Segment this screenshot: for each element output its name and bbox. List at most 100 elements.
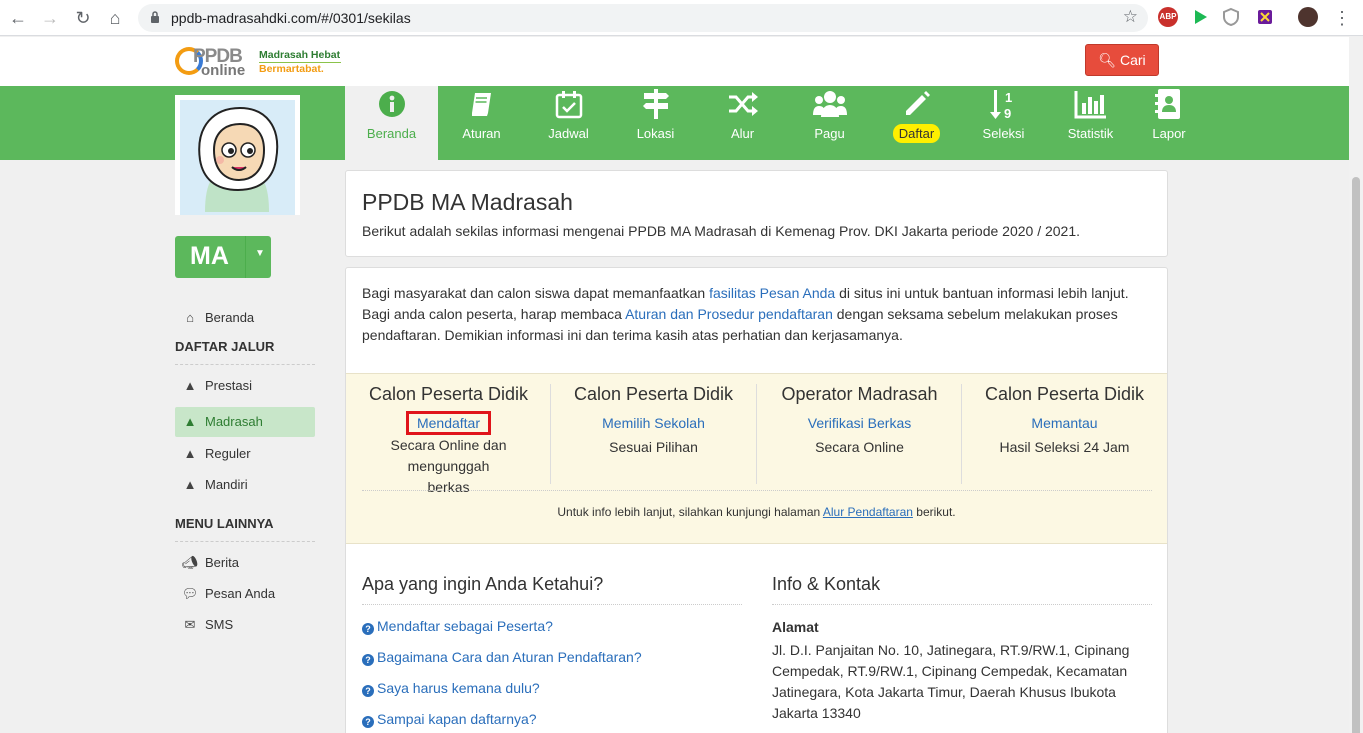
- alur-pendaftaran-link[interactable]: Alur Pendaftaran: [823, 505, 913, 519]
- sidebar-item-pesan-anda[interactable]: 💬︎ Pesan Anda: [175, 579, 315, 609]
- faq-link[interactable]: Bagaimana Cara dan Aturan Pendaftaran?: [377, 649, 642, 665]
- search-button[interactable]: 🔍︎ Cari: [1085, 44, 1159, 76]
- pencil-icon: [905, 91, 930, 115]
- faq-item[interactable]: ? Sampai kapan daftarnya?: [362, 711, 537, 728]
- page-subtitle: Berikut adalah sekilas informasi mengena…: [362, 223, 1081, 239]
- sidebar-item-berita[interactable]: 📣︎ Berita: [175, 548, 315, 578]
- sidebar-item-label: SMS: [205, 617, 234, 632]
- sidebar-item-madrasah[interactable]: ▲ Madrasah: [175, 407, 315, 437]
- faq-item[interactable]: ? Saya harus kemana dulu?: [362, 680, 540, 697]
- menu-kebab-icon[interactable]: ⋮: [1330, 6, 1354, 30]
- nav-aturan[interactable]: Aturan: [438, 86, 525, 160]
- nav-label: Alur: [730, 126, 755, 141]
- nav-pagu[interactable]: Pagu: [786, 86, 873, 160]
- nav-label: Jadwal: [548, 126, 589, 141]
- browser-toolbar: ← → ↻ ⌂ ppdb-madrasahdki.com/#/0301/seki…: [0, 0, 1363, 36]
- level-dropdown[interactable]: MA ▼: [175, 236, 271, 278]
- nav-alur[interactable]: Alur: [699, 86, 786, 160]
- memantau-link[interactable]: Memantau: [1031, 415, 1097, 431]
- faq-link[interactable]: Mendaftar sebagai Peserta?: [377, 618, 553, 634]
- sidebar-item-label: Pesan Anda: [205, 586, 276, 601]
- main-nav: Beranda Aturan Jadwal Lokasi Alur Pagu D…: [345, 86, 1204, 160]
- faq-item[interactable]: ? Bagaimana Cara dan Aturan Pendaftaran?: [362, 649, 642, 666]
- sidebar-item-mandiri[interactable]: ▲ Mandiri: [175, 470, 315, 500]
- bookmark-star-icon[interactable]: ☆: [1123, 7, 1138, 27]
- address-label: Alamat: [772, 619, 819, 635]
- back-icon[interactable]: ←: [6, 6, 30, 30]
- faq-link[interactable]: Sampai kapan daftarnya?: [377, 711, 537, 727]
- book-icon: [471, 93, 491, 116]
- sidebar-item-label: Reguler: [205, 446, 251, 461]
- puzzle-icon[interactable]: [1255, 7, 1275, 27]
- intro-text-part: Bagi masyarakat dan calon siswa dapat me…: [362, 285, 710, 301]
- nav-beranda[interactable]: Beranda: [345, 86, 438, 160]
- site-header: PPDB online Madrasah Hebat Bermartabat. …: [0, 37, 1349, 86]
- aturan-link[interactable]: Aturan dan Prosedur pendaftaran: [625, 306, 833, 322]
- road-icon: ▲: [183, 414, 197, 429]
- nav-label: Beranda: [366, 126, 417, 141]
- shield-icon[interactable]: [1221, 7, 1241, 27]
- nav-daftar[interactable]: Daftar: [873, 86, 960, 160]
- note-text: Untuk info lebih lanjut, silahkan kunjun…: [557, 505, 823, 519]
- address-bar[interactable]: ppdb-madrasahdki.com/#/0301/sekilas ☆: [138, 4, 1148, 32]
- pesan-anda-link[interactable]: fasilitas Pesan Anda: [709, 285, 835, 301]
- memilih-sekolah-link[interactable]: Memilih Sekolah: [602, 415, 705, 431]
- steps-note: Untuk info lebih lanjut, silahkan kunjun…: [346, 505, 1167, 519]
- step-heading: Calon Peserta Didik: [573, 384, 734, 404]
- sidebar-item-sms[interactable]: ✉ SMS: [175, 610, 315, 640]
- nav-lapor[interactable]: Lapor: [1134, 86, 1204, 160]
- step-card: Calon Peserta Didik Mendaftar Secara Onl…: [346, 382, 551, 498]
- faq-item[interactable]: ? Mendaftar sebagai Peserta?: [362, 618, 553, 635]
- nav-label: Aturan: [462, 126, 501, 141]
- shuffle-icon: [728, 92, 758, 116]
- mendaftar-link[interactable]: Mendaftar: [417, 415, 480, 431]
- nav-lokasi[interactable]: Lokasi: [612, 86, 699, 160]
- site-logo[interactable]: PPDB online Madrasah Hebat Bermartabat.: [175, 43, 345, 81]
- scrollbar-thumb[interactable]: [1352, 177, 1360, 733]
- lock-icon: [151, 11, 159, 23]
- registration-steps: Calon Peserta Didik Mendaftar Secara Onl…: [346, 373, 1167, 544]
- divider: [175, 541, 315, 542]
- nav-seleksi[interactable]: 19 Seleksi: [960, 86, 1047, 160]
- step-card: Operator Madrasah Verifikasi Berkas Seca…: [757, 382, 962, 458]
- play-icon[interactable]: [1190, 7, 1210, 27]
- info-heading: Info & Kontak: [772, 574, 881, 594]
- tagline-primary: Madrasah Hebat: [259, 49, 341, 61]
- step-heading: Operator Madrasah: [781, 384, 938, 404]
- adblock-icon[interactable]: ABP: [1158, 7, 1178, 27]
- logo-subtext: online: [201, 62, 246, 79]
- forward-icon[interactable]: →: [38, 6, 62, 30]
- nav-jadwal[interactable]: Jadwal: [525, 86, 612, 160]
- sidebar-item-reguler[interactable]: ▲ Reguler: [175, 439, 315, 469]
- contact-book-icon: [1155, 89, 1180, 119]
- nav-statistik[interactable]: Statistik: [1047, 86, 1134, 160]
- home-icon: ⌂: [186, 310, 194, 325]
- sidebar-item-beranda[interactable]: ⌂ Beranda: [175, 303, 315, 333]
- avatar[interactable]: [1298, 7, 1318, 27]
- hijab-girl-illustration: [180, 100, 295, 215]
- sidebar-item-label: Berita: [205, 555, 239, 570]
- step-description: Secara Online dan mengunggah berkas: [390, 437, 507, 495]
- faq-link[interactable]: Saya harus kemana dulu?: [377, 680, 540, 696]
- home-icon[interactable]: ⌂: [103, 6, 127, 30]
- sidebar-item-label: Prestasi: [205, 378, 252, 393]
- reload-icon[interactable]: ↻: [71, 6, 95, 30]
- search-button-label: Cari: [1120, 52, 1146, 68]
- sidebar-item-prestasi[interactable]: ▲ Prestasi: [175, 371, 315, 401]
- sidebar-section-heading: MENU LAINNYA: [175, 516, 274, 531]
- faq-heading: Apa yang ingin Anda Ketahui?: [362, 574, 604, 594]
- sidebar-item-label: Madrasah: [205, 414, 263, 429]
- avatar-card: [175, 95, 300, 215]
- question-circle-icon: ?: [362, 685, 374, 697]
- svg-text:1: 1: [1005, 90, 1012, 105]
- question-circle-icon: ?: [362, 623, 374, 635]
- verifikasi-berkas-link[interactable]: Verifikasi Berkas: [808, 415, 911, 431]
- road-icon: ▲: [183, 378, 197, 393]
- bar-chart-icon: [1074, 91, 1106, 119]
- intro-text-part: Bagi anda calon peserta, harap membaca: [362, 306, 626, 322]
- page-scrollbar[interactable]: [1349, 37, 1363, 733]
- sidebar-section-heading: DAFTAR JALUR: [175, 339, 275, 354]
- question-circle-icon: ?: [362, 716, 374, 728]
- address-text: Jl. D.I. Panjaitan No. 10, Jatinegara, R…: [772, 642, 1130, 721]
- nav-label: Seleksi: [982, 126, 1025, 141]
